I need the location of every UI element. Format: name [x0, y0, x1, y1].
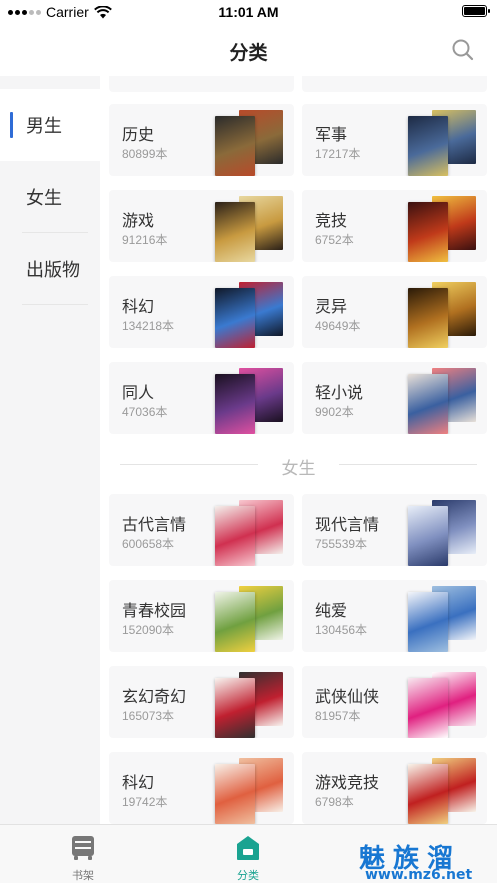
category-book-count: 134218本 [122, 319, 175, 333]
section-label: 女生 [281, 459, 316, 478]
category-card[interactable]: 灵异 49649本 [302, 276, 487, 348]
tab-label: 分类 [237, 870, 259, 882]
category-book-count: 19742本 [122, 795, 168, 809]
book-cover-image [408, 116, 448, 176]
section-divider: 女生 [120, 452, 477, 478]
book-cover-image [215, 592, 255, 652]
category-card[interactable]: 游戏 91216本 [109, 190, 294, 262]
category-card[interactable]: 轻小说 9902本 [302, 362, 487, 434]
category-name: 同人 [122, 385, 155, 402]
book-cover-image [408, 678, 448, 738]
category-card-partial[interactable] [109, 76, 294, 92]
page-title: 分类 [229, 43, 268, 64]
category-name: 轻小说 [315, 385, 364, 402]
category-name: 科幻 [122, 299, 155, 316]
sidebar-item-male[interactable]: 男生 [0, 89, 100, 161]
category-book-count: 152090本 [122, 623, 175, 637]
category-book-count: 9902本 [315, 405, 354, 419]
book-cover-image [215, 678, 255, 738]
category-name: 现代言情 [315, 517, 380, 534]
sidebar-item-label: 女生 [26, 188, 62, 208]
search-icon[interactable] [451, 38, 475, 62]
category-name: 古代言情 [122, 517, 187, 534]
sidebar-item-female[interactable]: 女生 [0, 161, 100, 233]
divider [22, 304, 88, 305]
category-book-count: 91216本 [122, 233, 168, 247]
category-book-count: 49649本 [315, 319, 361, 333]
category-name: 青春校园 [122, 603, 187, 620]
watermark-url: www.mz6.net [365, 867, 473, 883]
category-card[interactable]: 玄幻奇幻 165073本 [109, 666, 294, 738]
category-name: 历史 [122, 127, 155, 144]
category-book-count: 165073本 [122, 709, 175, 723]
book-cover-image [408, 506, 448, 566]
book-cover-image [215, 116, 255, 176]
category-name: 军事 [315, 127, 348, 144]
category-book-count: 130456本 [315, 623, 368, 637]
category-icon [237, 836, 259, 860]
book-cover-image [408, 592, 448, 652]
status-time: 11:01 AM [218, 4, 279, 20]
category-card[interactable]: 青春校园 152090本 [109, 580, 294, 652]
status-bar: Carrier 11:01 AM [0, 0, 497, 24]
book-cover-image [215, 374, 255, 434]
book-cover-image [215, 764, 255, 824]
category-book-count: 600658本 [122, 537, 175, 551]
category-name: 玄幻奇幻 [122, 689, 187, 706]
book-cover-image [408, 764, 448, 824]
tab-bookshelf[interactable]: 书架 [43, 825, 123, 883]
category-book-count: 6798本 [315, 795, 354, 809]
category-name: 竞技 [315, 213, 348, 230]
category-book-count: 17217本 [315, 147, 361, 161]
category-book-count: 6752本 [315, 233, 354, 247]
category-book-count: 81957本 [315, 709, 361, 723]
active-indicator [10, 112, 13, 138]
category-card[interactable]: 纯爱 130456本 [302, 580, 487, 652]
book-cover-image [215, 202, 255, 262]
sidebar: 男生 女生 出版物 [0, 76, 100, 824]
category-name: 灵异 [315, 299, 348, 316]
sidebar-item-label: 出版物 [26, 260, 80, 280]
book-cover-image [408, 288, 448, 348]
sidebar-item-label: 男生 [26, 116, 62, 136]
sidebar-item-publications[interactable]: 出版物 [0, 233, 100, 305]
category-card[interactable]: 游戏竞技 6798本 [302, 752, 487, 824]
book-cover-image [215, 288, 255, 348]
category-card[interactable]: 科幻 134218本 [109, 276, 294, 348]
category-name: 游戏竞技 [315, 775, 380, 792]
category-book-count: 755539本 [315, 537, 368, 551]
book-cover-image [408, 202, 448, 262]
category-card[interactable]: 竞技 6752本 [302, 190, 487, 262]
watermark-logo: 魅族溜 www.mz6.net [349, 838, 489, 883]
category-card[interactable]: 武侠仙侠 81957本 [302, 666, 487, 738]
category-card[interactable]: 同人 47036本 [109, 362, 294, 434]
nav-bar: 分类 [0, 24, 497, 76]
category-card[interactable]: 古代言情 600658本 [109, 494, 294, 566]
category-grid: 历史 80899本 军事 17217本游戏 91216本 竞技 6752本科幻 134218本… [100, 76, 497, 824]
category-name: 武侠仙侠 [315, 689, 380, 706]
tab-label: 书架 [72, 870, 94, 882]
battery-icon [462, 5, 490, 17]
category-name: 科幻 [122, 775, 155, 792]
category-book-count: 80899本 [122, 147, 168, 161]
category-card[interactable]: 军事 17217本 [302, 104, 487, 176]
category-card-partial[interactable] [302, 76, 487, 92]
category-name: 游戏 [122, 213, 155, 230]
tab-category[interactable]: 分类 [208, 825, 288, 883]
bookshelf-icon [72, 836, 94, 860]
category-card[interactable]: 科幻 19742本 [109, 752, 294, 824]
book-cover-image [408, 374, 448, 434]
book-cover-image [215, 506, 255, 566]
category-book-count: 47036本 [122, 405, 168, 419]
category-card[interactable]: 历史 80899本 [109, 104, 294, 176]
category-card[interactable]: 现代言情 755539本 [302, 494, 487, 566]
category-name: 纯爱 [315, 603, 348, 620]
